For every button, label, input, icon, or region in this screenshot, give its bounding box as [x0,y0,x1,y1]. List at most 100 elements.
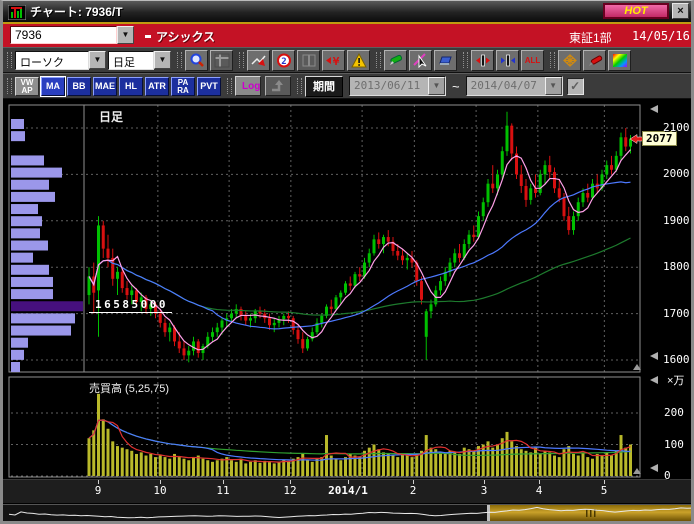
date-from-dropdown-button[interactable]: ▼ [428,77,445,95]
quote-date: 14/05/16 [632,29,690,43]
eraser-icon [438,53,454,68]
bar-width-shrink-button[interactable] [496,50,519,71]
marker-pen-button[interactable] [583,50,606,71]
hl-button[interactable]: HL [119,77,143,96]
marker-pen-icon [587,53,603,68]
date-to-dropdown-button[interactable]: ▼ [545,77,562,95]
volume-profile-bar [11,131,25,141]
close-button[interactable]: × [672,3,689,19]
chart-type-combo[interactable]: ローソク ▼ [15,51,106,70]
volume-profile-bar [11,289,53,299]
volume-profile-bar [11,301,83,311]
volume-profile-bar [11,362,20,372]
svg-text:¥: ¥ [332,55,339,68]
quote-bar: ▼ アシックス 東証1部 14/05/16 [3,24,691,47]
stock-name: アシックス [156,28,215,45]
axis-scroll-arrow [650,105,658,113]
network-button[interactable] [558,50,581,71]
name-bullet-icon [145,35,151,38]
chart-region: 日足 売買高 (5,25,75) 16585000 2077 ×万 910111… [3,99,691,522]
toolbar-chart-tools: ローソク ▼ 日足 ▼ 2 [3,47,691,73]
date-to-field[interactable]: 2014/04/07 ▼ [466,76,563,96]
stock-code-dropdown-button[interactable]: ▼ [117,26,134,44]
vertical-line-icon [301,53,317,68]
candle-shrink-icon [500,53,516,68]
navigator-thumb [487,505,691,521]
chart-type-value: ローソク [15,51,89,70]
volume-profile-bar [11,241,48,251]
svg-text:2: 2 [281,57,286,67]
select-cursor-button[interactable] [409,50,432,71]
toolbar-grip[interactable] [463,52,468,68]
timeframe-combo[interactable]: 日足 ▼ [108,51,171,70]
para-button[interactable]: PARA [171,77,195,96]
zoom-button[interactable] [185,50,208,71]
date-range-tilde: ~ [452,79,460,94]
date-to-value: 2014/04/07 [467,77,545,95]
rainbow-chart-button[interactable] [608,50,631,71]
axis-scroll-arrow [650,376,658,384]
toolbar-grip[interactable] [7,78,12,94]
vwap-label2: AP [21,86,32,95]
timeframe-dropdown-button[interactable]: ▼ [154,51,171,69]
rainbow-icon [612,53,628,68]
trendline-button[interactable] [247,50,270,71]
price-line-button[interactable]: ¥ [322,50,345,71]
warning-icon [351,53,367,68]
vwap-button[interactable]: VWAP [15,77,39,96]
volume-profile-bar [11,313,75,323]
axis-scroll-arrow [650,352,658,360]
trendline-icon [251,53,267,68]
market-label: 東証1部 [569,29,612,46]
period-checkbox[interactable]: ✓ [567,78,584,95]
volume-profile-bar [11,119,24,129]
volume-profile-bar [11,168,62,178]
toolbar-grip[interactable] [297,78,302,94]
toolbar-grip[interactable] [7,52,12,68]
volume-profile-bar [11,338,28,348]
ma-button[interactable]: MA [41,77,65,96]
chart-type-dropdown-button[interactable]: ▼ [89,51,106,69]
pvt-button[interactable]: PVT [197,77,221,96]
toolbar-grip[interactable] [177,52,182,68]
hot-badge[interactable]: HOT [603,3,669,19]
bent-arrow-icon [270,79,286,94]
candle-expand-icon [475,53,491,68]
magnifier-icon [189,53,205,68]
log-scale-button[interactable]: Log [235,76,261,96]
date-from-field[interactable]: 2013/06/11 ▼ [349,76,446,96]
bar-width-expand-button[interactable] [471,50,494,71]
window-title: チャート: 7936/T [30,3,123,20]
toolbar-grip[interactable] [227,78,232,94]
eraser-button[interactable] [434,50,457,71]
circled-2-icon: 2 [276,53,292,68]
alert-button[interactable] [347,50,370,71]
volume-profile-bar [11,180,49,190]
chart-canvas[interactable] [3,99,691,522]
crosshair-grid-icon [214,53,230,68]
price-marker-arrow-icon [630,135,644,144]
toolbar-grip[interactable] [550,52,555,68]
apply-settings-button[interactable] [265,76,291,96]
volume-profile-bar [11,350,24,360]
atr-button[interactable]: ATR [145,77,169,96]
show-all-button[interactable]: ALL [521,50,544,71]
period-button[interactable]: 期間 [305,76,343,97]
mae-button[interactable]: MAE [93,77,117,96]
title-bar[interactable]: チャート: 7936/T HOT × [3,1,691,22]
toolbar-grip[interactable] [239,52,244,68]
toolbar-grip[interactable] [376,52,381,68]
volume-profile-bar [11,192,55,202]
indicator2-button[interactable]: 2 [272,50,295,71]
pencil-icon [388,53,404,68]
bb-button[interactable]: BB [67,77,91,96]
axis-scroll-arrow [650,464,658,472]
volume-profile-bar [11,277,53,287]
stock-code-input[interactable] [10,26,117,44]
para-label2: RA [177,86,189,95]
all-label: ALL [525,56,541,65]
toolbar-indicators: VWAP MA BB MAE HL ATR PARA PVT Log 期間 20… [3,73,691,99]
vertical-line-button[interactable] [297,50,320,71]
draw-pencil-button[interactable] [384,50,407,71]
grid-cursor-button[interactable] [210,50,233,71]
